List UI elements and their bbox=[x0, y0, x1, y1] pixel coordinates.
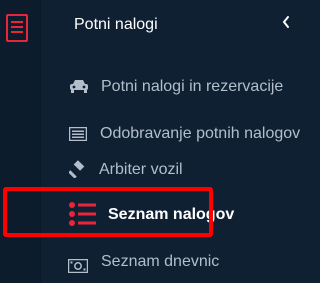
sidebar-title: Potni nalogi bbox=[74, 16, 158, 33]
menu-list-icon[interactable] bbox=[6, 14, 28, 42]
icon-rail bbox=[0, 0, 40, 283]
money-icon bbox=[68, 259, 88, 273]
sidebar-item-label: Odobravanje potnih nalogov bbox=[100, 125, 301, 142]
sidebar-item-seznam-dnevnic[interactable]: Seznam dnevnic bbox=[41, 247, 320, 283]
sidebar-item-odobravanje-potnih-nalogov[interactable]: Odobravanje potnih nalogov bbox=[41, 114, 320, 154]
sidebar-item-label: Arbiter vozil bbox=[99, 161, 183, 178]
chevron-left-icon[interactable] bbox=[279, 14, 293, 30]
sidebar-panel: Potni nalogi Potni nalogi in rezervacije bbox=[41, 0, 320, 283]
sidebar-item-arbiter-vozil[interactable]: Arbiter vozil bbox=[41, 150, 320, 190]
gavel-icon bbox=[69, 160, 85, 178]
sidebar-item-potni-nalogi-in-rezervacije[interactable]: Potni nalogi in rezervacije bbox=[41, 67, 320, 107]
sidebar-item-label: Seznam dnevnic bbox=[101, 253, 220, 270]
highlight-box bbox=[3, 187, 213, 237]
car-icon bbox=[70, 80, 88, 93]
card-icon bbox=[69, 127, 87, 141]
sidebar-item-label: Potni nalogi in rezervacije bbox=[101, 78, 284, 95]
app-page: Potni nalogi Potni nalogi in rezervacije bbox=[0, 0, 320, 283]
